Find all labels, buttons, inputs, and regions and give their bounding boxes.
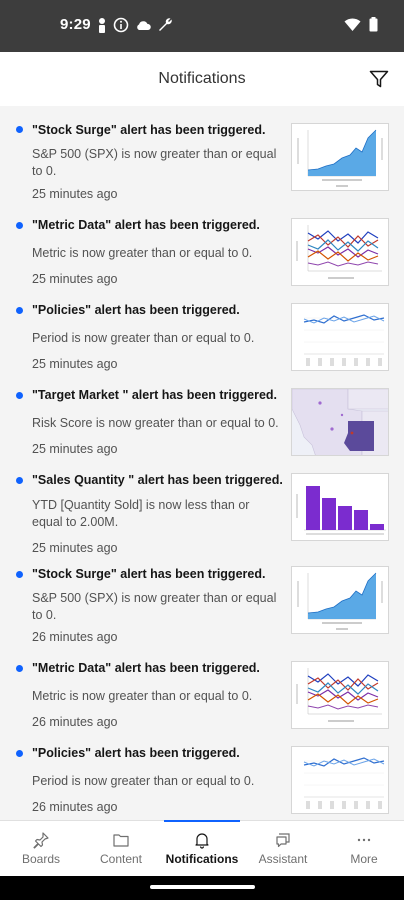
bar-chart-icon (296, 486, 386, 535)
notification-item[interactable]: "Metric Data" alert has been triggered. … (0, 200, 404, 286)
notification-title: "Stock Surge" alert has been triggered. (32, 567, 266, 581)
bell-icon (195, 833, 209, 849)
notification-title: "Policies" alert has been triggered. (32, 746, 240, 760)
chat-icon (276, 833, 290, 848)
notification-title: "Metric Data" alert has been triggered. (32, 218, 260, 232)
notification-time: 25 minutes ago (32, 357, 118, 371)
unread-dot (16, 126, 23, 133)
page-title: Notifications (158, 70, 246, 87)
folder-icon (113, 834, 129, 847)
notification-item[interactable]: "Stock Surge" alert has been triggered. … (0, 106, 404, 201)
area-chart-icon (297, 129, 383, 187)
tab-content[interactable]: Content (81, 821, 161, 877)
tab-label: More (350, 852, 378, 866)
tab-assistant[interactable]: Assistant (243, 821, 323, 877)
tab-label: Notifications (165, 852, 239, 866)
chart-thumbnail[interactable] (291, 123, 389, 191)
unread-dot (16, 665, 23, 672)
multi-line-chart-icon (296, 225, 382, 279)
bottom-tab-bar: Boards Content Notifications Assistant M… (0, 820, 404, 876)
notification-title: "Policies" alert has been triggered. (32, 303, 240, 317)
cloud-icon (137, 21, 151, 30)
tab-boards[interactable]: Boards (1, 821, 81, 877)
chart-thumbnail[interactable] (291, 218, 389, 286)
notification-body: YTD [Quantity Sold] is now less than or … (32, 498, 250, 529)
unread-dot (16, 750, 23, 757)
wrench-icon (159, 18, 172, 31)
filter-button[interactable] (366, 66, 392, 92)
chart-thumbnail[interactable] (291, 746, 389, 814)
notification-item[interactable]: "Target Market " alert has been triggere… (0, 370, 404, 456)
notification-body: Period is now greater than or equal to 0… (32, 331, 255, 345)
person-icon (99, 18, 105, 33)
notification-body: Risk Score is now greater than or equal … (32, 416, 279, 430)
notification-title: "Sales Quantity " alert has been trigger… (32, 473, 283, 487)
tab-label: Content (99, 852, 143, 866)
notification-item[interactable]: "Policies" alert has been triggered. Per… (0, 728, 404, 820)
status-bar: 9:29 (0, 0, 404, 52)
unread-dot (16, 307, 23, 314)
notification-item[interactable]: "Metric Data" alert has been triggered. … (0, 643, 404, 729)
home-gesture-handle[interactable] (150, 885, 255, 889)
line-chart-icon (303, 314, 385, 366)
tab-label: Boards (21, 852, 61, 866)
notification-time: 25 minutes ago (32, 442, 118, 456)
notification-list[interactable]: "Stock Surge" alert has been triggered. … (0, 106, 404, 820)
notification-item[interactable]: "Policies" alert has been triggered. Per… (0, 285, 404, 371)
status-icons-right (344, 17, 378, 32)
chart-thumbnail[interactable] (291, 473, 389, 541)
notification-body: Metric is now greater than or equal to 0… (32, 246, 253, 260)
notification-item[interactable]: "Stock Surge" alert has been triggered. … (0, 549, 404, 644)
map-icon (292, 389, 388, 455)
notification-body: S&P 500 (SPX) is now greater than or equ… (32, 591, 277, 622)
info-icon (113, 17, 129, 33)
system-nav-bar (0, 876, 404, 900)
pin-icon (33, 832, 49, 849)
tab-notifications[interactable]: Notifications (162, 820, 242, 877)
chart-thumbnail[interactable] (291, 303, 389, 371)
app-header: Notifications (0, 52, 404, 106)
notification-body: Metric is now greater than or equal to 0… (32, 689, 253, 703)
notification-time: 26 minutes ago (32, 800, 118, 814)
notification-body: S&P 500 (SPX) is now greater than or equ… (32, 147, 277, 178)
unread-dot (16, 392, 23, 399)
filter-icon (369, 70, 389, 88)
area-chart-icon (297, 572, 383, 630)
chart-thumbnail[interactable] (291, 566, 389, 634)
wifi-icon (344, 17, 361, 31)
map-thumbnail[interactable] (291, 388, 389, 456)
line-chart-icon (303, 757, 385, 809)
multi-line-chart-icon (296, 668, 382, 722)
notification-time: 26 minutes ago (32, 715, 118, 729)
status-time: 9:29 (60, 16, 91, 33)
tab-more[interactable]: More (324, 821, 404, 877)
more-icon (357, 838, 371, 842)
notification-time: 26 minutes ago (32, 630, 118, 644)
unread-dot (16, 477, 23, 484)
battery-icon (369, 17, 378, 32)
chart-thumbnail[interactable] (291, 661, 389, 729)
notification-item[interactable]: "Sales Quantity " alert has been trigger… (0, 455, 404, 555)
unread-dot (16, 571, 23, 578)
notification-time: 25 minutes ago (32, 272, 118, 286)
notification-body: Period is now greater than or equal to 0… (32, 774, 255, 788)
notification-title: "Stock Surge" alert has been triggered. (32, 123, 266, 137)
status-icons-left (97, 17, 173, 33)
notification-time: 25 minutes ago (32, 187, 118, 201)
notification-title: "Target Market " alert has been triggere… (32, 388, 278, 402)
unread-dot (16, 222, 23, 229)
notification-title: "Metric Data" alert has been triggered. (32, 661, 260, 675)
tab-label: Assistant (258, 852, 308, 866)
